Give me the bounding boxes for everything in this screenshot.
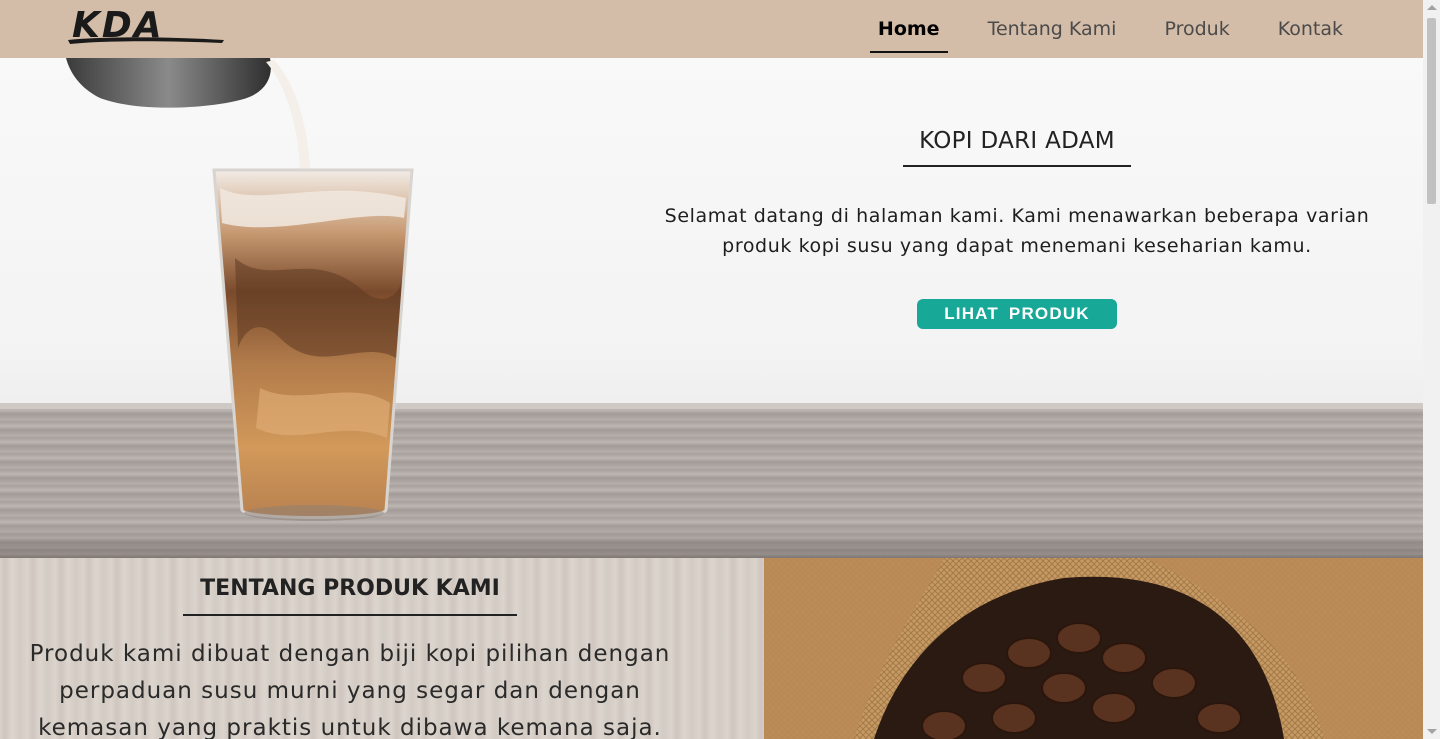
lihat-produk-button[interactable]: LIHAT PRODUK xyxy=(917,299,1117,329)
hero-section: KOPI DARI ADAM Selamat datang di halaman… xyxy=(0,58,1423,558)
hero-description-line1: Selamat datang di halaman kami. Kami men… xyxy=(664,205,1370,227)
page-scrollbar[interactable] xyxy=(1423,0,1440,739)
hero-title: KOPI DARI ADAM xyxy=(903,128,1131,167)
about-description-line1: Produk kami dibuat dengan biji kopi pili… xyxy=(29,641,671,667)
about-title: TENTANG PRODUK KAMI xyxy=(183,576,517,616)
navbar: KDA Home Tentang Kami Produk Kontak xyxy=(0,0,1423,58)
about-description-line3: kemasan yang praktis untuk dibawa kemana… xyxy=(38,715,662,739)
hero-description-line2: produk kopi susu yang dapat menemani kes… xyxy=(722,235,1312,257)
about-content: TENTANG PRODUK KAMI Produk kami dibuat d… xyxy=(0,558,700,739)
scroll-thumb[interactable] xyxy=(1427,18,1436,204)
about-description: Produk kami dibuat dengan biji kopi pili… xyxy=(10,636,690,739)
nav-produk[interactable]: Produk xyxy=(1156,0,1237,58)
kda-logo-icon: KDA xyxy=(68,7,224,46)
about-section: TENTANG PRODUK KAMI Produk kami dibuat d… xyxy=(0,558,1423,739)
scroll-up-icon[interactable] xyxy=(1427,5,1437,10)
scroll-down-icon[interactable] xyxy=(1427,729,1437,734)
about-description-line2: perpaduan susu murni yang segar dan deng… xyxy=(59,678,641,704)
hero-description: Selamat datang di halaman kami. Kami men… xyxy=(640,201,1394,261)
hero-content: KOPI DARI ADAM Selamat datang di halaman… xyxy=(640,128,1394,329)
coffee-beans-sack-image xyxy=(764,558,1423,739)
nav-kontak[interactable]: Kontak xyxy=(1270,0,1351,58)
nav-tentang-kami[interactable]: Tentang Kami xyxy=(980,0,1125,58)
kda-logo[interactable]: KDA xyxy=(66,7,226,47)
nav-home[interactable]: Home xyxy=(869,0,948,58)
main-nav: Home Tentang Kami Produk Kontak xyxy=(838,0,1351,58)
iced-coffee-image xyxy=(60,58,440,528)
